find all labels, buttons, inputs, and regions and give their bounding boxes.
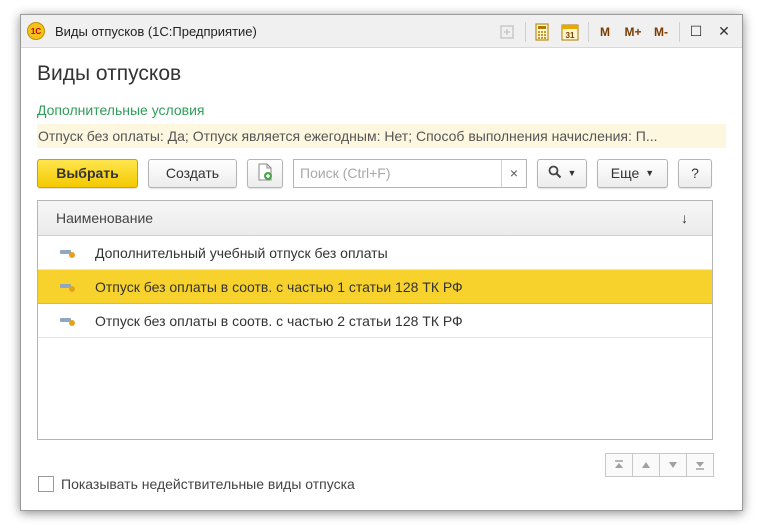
scroll-down-button[interactable] [659, 453, 687, 477]
app-logo-icon[interactable]: 1C [27, 22, 45, 40]
show-invalid-option[interactable]: Показывать недействительные виды отпуска [38, 476, 355, 492]
more-button-label: Еще [610, 165, 640, 181]
close-button[interactable]: ✕ [712, 20, 736, 44]
memory-add-button[interactable]: M+ [621, 20, 645, 44]
clear-search-button[interactable]: × [501, 159, 526, 187]
search-icon [548, 165, 562, 182]
more-button[interactable]: Еще ▼ [597, 158, 668, 188]
search-options-button[interactable]: ▼ [537, 158, 587, 188]
title-bar-controls: 31 M M+ M- ☐ ✕ [491, 15, 736, 48]
column-header-name[interactable]: Наименование [38, 210, 153, 226]
calculator-icon[interactable] [530, 20, 554, 44]
row-label: Отпуск без оплаты в соотв. с частью 2 ст… [95, 312, 463, 329]
favorites-icon[interactable] [495, 20, 519, 44]
separator [588, 21, 589, 42]
table-row[interactable]: Отпуск без оплаты в соотв. с частью 2 ст… [38, 304, 712, 338]
copy-button[interactable] [247, 158, 283, 188]
scroll-to-bottom-button[interactable] [686, 453, 714, 477]
toolbar: Выбрать Создать × ▼ Еще ▼ ? [37, 158, 726, 188]
form-content: Виды отпусков Дополнительные условия Отп… [21, 62, 742, 440]
search-input[interactable] [294, 159, 499, 187]
table-row-selected[interactable]: Отпуск без оплаты в соотв. с частью 1 ст… [38, 270, 712, 304]
page-title: Виды отпусков [37, 62, 182, 85]
show-invalid-checkbox[interactable] [38, 476, 54, 492]
copy-document-icon [256, 163, 274, 184]
search-field[interactable]: × [293, 158, 527, 188]
down-arrow-icon [669, 462, 677, 468]
catalog-item-icon [60, 248, 75, 258]
chevron-down-icon: ▼ [645, 168, 655, 178]
last-arrow-icon [696, 462, 704, 470]
show-invalid-label[interactable]: Показывать недействительные виды отпуска [61, 476, 355, 492]
main-window: 1C Виды отпусков (1С:Предприятие) 31 M M… [20, 14, 743, 511]
help-button[interactable]: ? [678, 158, 712, 188]
up-arrow-icon [642, 462, 650, 468]
select-button[interactable]: Выбрать [37, 158, 138, 188]
table-header[interactable]: Наименование ↓ [38, 201, 712, 236]
table-row[interactable]: Дополнительный учебный отпуск без оплаты [38, 236, 712, 270]
svg-text:31: 31 [566, 31, 575, 40]
catalog-item-icon [60, 316, 75, 326]
chevron-down-icon: ▼ [567, 168, 577, 178]
separator [525, 21, 526, 42]
maximize-button[interactable]: ☐ [684, 20, 708, 44]
conditions-text: Отпуск без оплаты: Да; Отпуск является е… [37, 124, 726, 148]
title-bar[interactable]: 1C Виды отпусков (1С:Предприятие) 31 M M… [21, 15, 742, 48]
conditions-label: Дополнительные условия [37, 102, 205, 118]
separator [679, 21, 680, 42]
sort-descending-icon[interactable]: ↓ [681, 210, 688, 226]
scroll-to-top-button[interactable] [605, 453, 633, 477]
create-button[interactable]: Создать [148, 158, 237, 188]
table-navigation [605, 453, 714, 477]
row-label: Отпуск без оплаты в соотв. с частью 1 ст… [95, 278, 463, 295]
memory-subtract-button[interactable]: M- [649, 20, 673, 44]
scroll-up-button[interactable] [632, 453, 660, 477]
catalog-item-icon [60, 282, 75, 292]
leave-types-table[interactable]: Наименование ↓ Дополнительный учебный от… [37, 200, 713, 440]
calendar-icon[interactable]: 31 [558, 20, 582, 44]
window-title: Виды отпусков (1С:Предприятие) [55, 23, 257, 39]
first-arrow-icon [615, 460, 623, 468]
row-label: Дополнительный учебный отпуск без оплаты [95, 244, 388, 261]
memory-store-button[interactable]: M [593, 20, 617, 44]
